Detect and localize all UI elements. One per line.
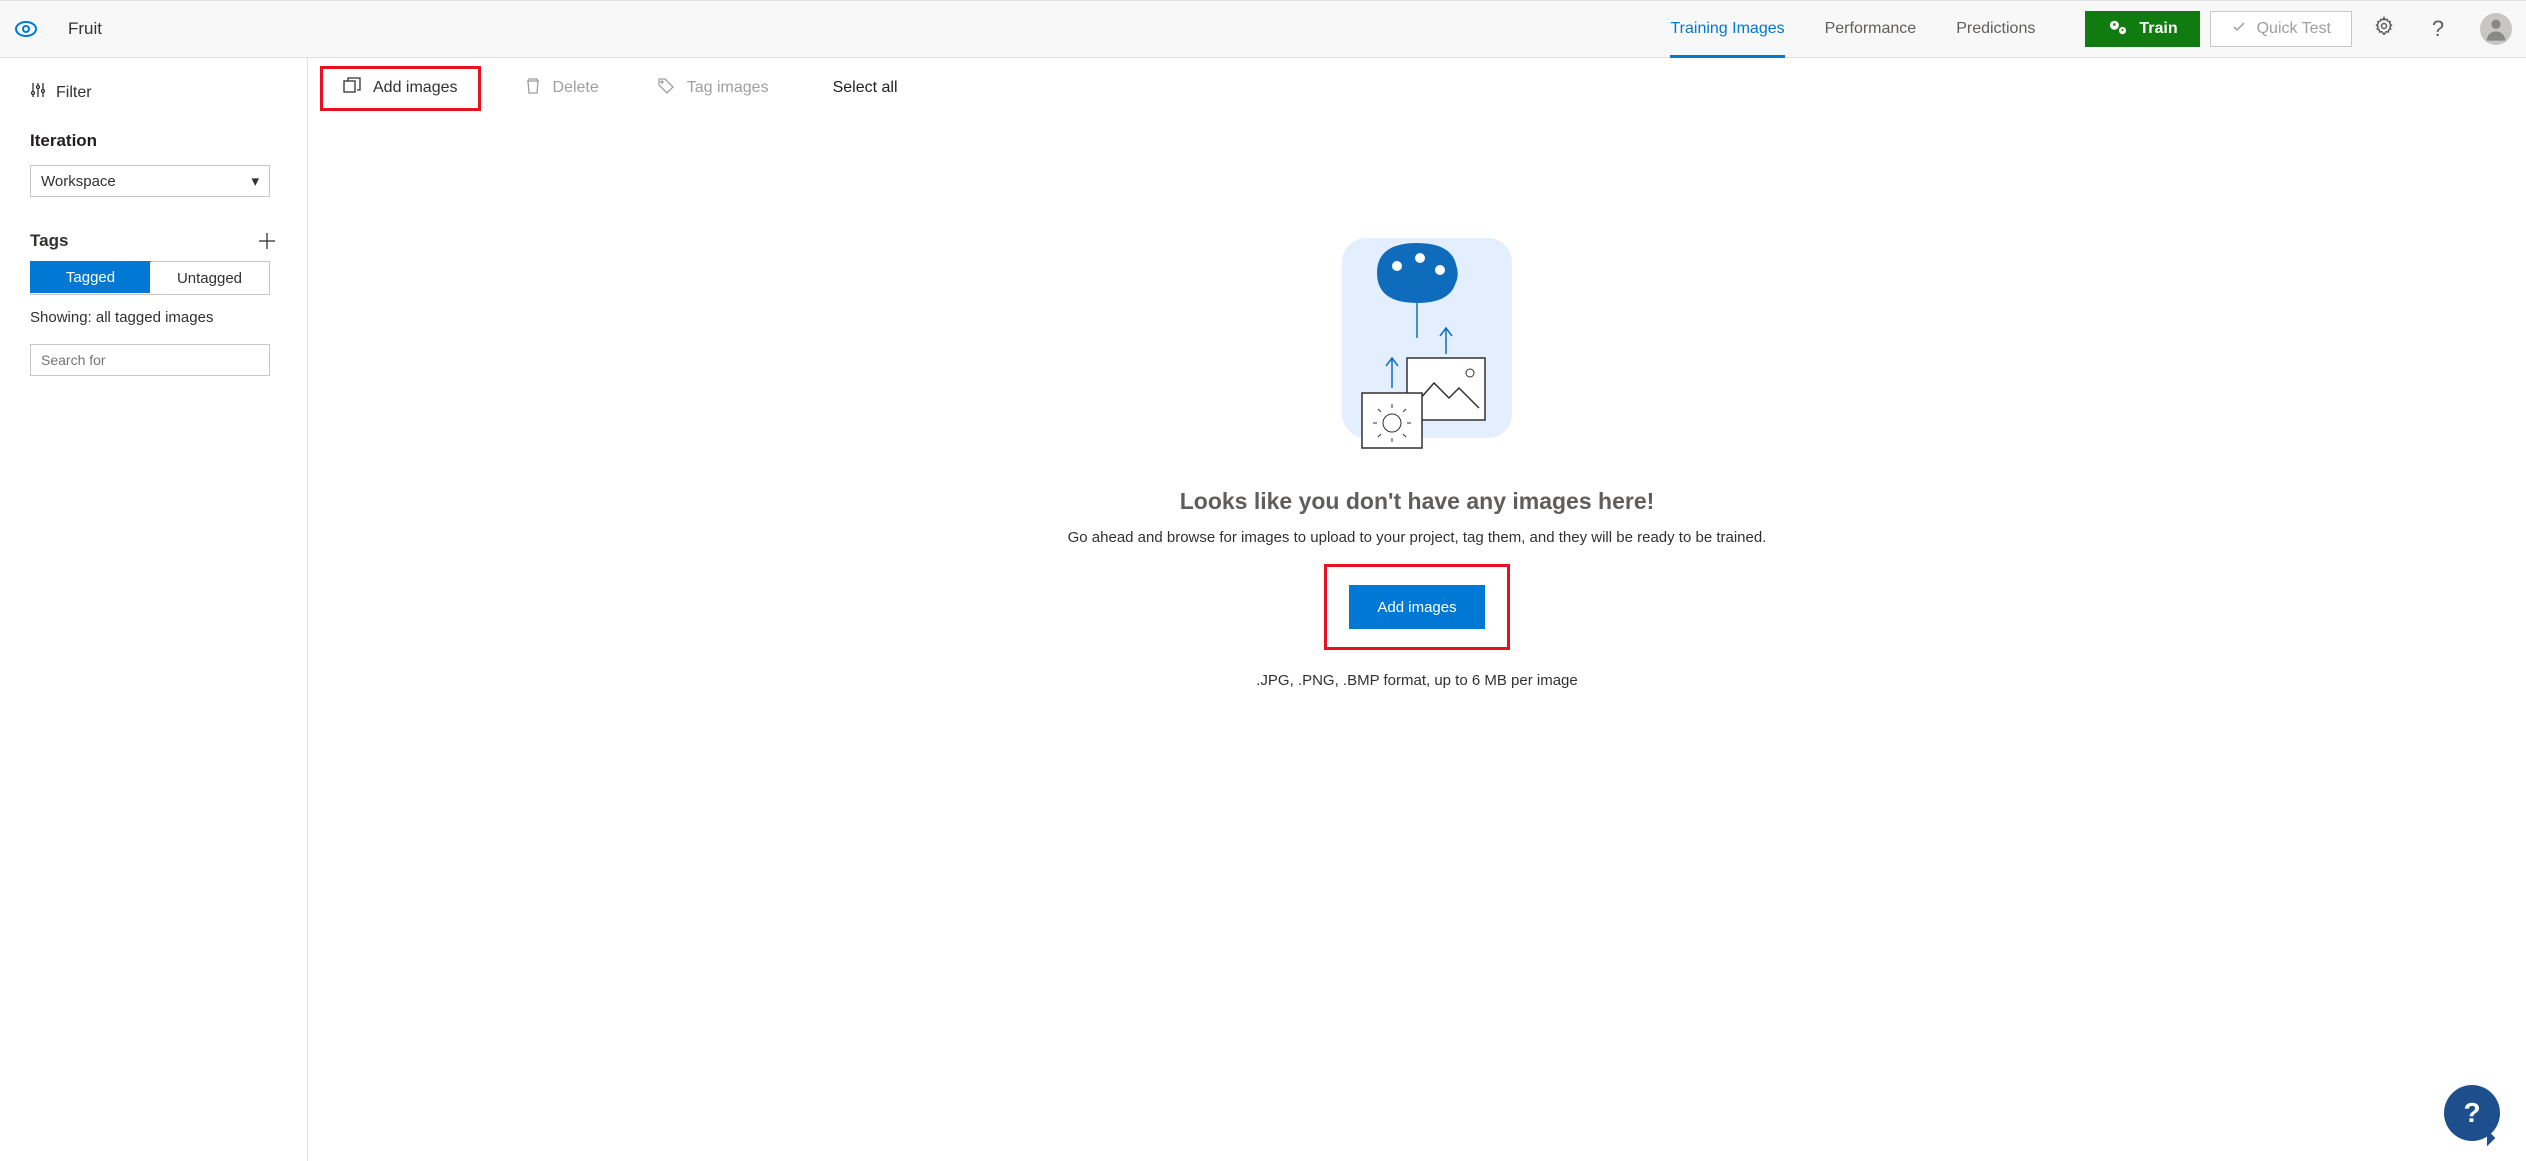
user-avatar[interactable] <box>2480 13 2512 45</box>
select-all-button[interactable]: Select all <box>833 79 898 97</box>
quick-test-button[interactable]: Quick Test <box>2210 11 2352 47</box>
iteration-select[interactable]: Workspace ▾ <box>30 165 270 197</box>
tab-training-images[interactable]: Training Images <box>1650 1 1804 57</box>
filter-header: Filter <box>30 82 277 103</box>
iteration-label: Iteration <box>30 131 277 151</box>
empty-subtitle: Go ahead and browse for images to upload… <box>1068 529 1767 546</box>
tag-icon <box>657 77 675 100</box>
checkmark-icon <box>2231 19 2247 40</box>
add-images-center-button[interactable]: Add images <box>1349 585 1484 629</box>
tag-search-input[interactable] <box>30 344 270 376</box>
quick-test-label: Quick Test <box>2257 20 2331 38</box>
tag-images-label: Tag images <box>687 79 769 97</box>
question-icon: ? <box>2432 16 2444 42</box>
add-images-label: Add images <box>373 79 458 97</box>
tag-images-button: Tag images <box>643 71 783 106</box>
delete-button: Delete <box>511 71 613 106</box>
chevron-down-icon: ▾ <box>251 172 259 190</box>
train-button-label: Train <box>2139 20 2177 38</box>
trash-icon <box>525 77 541 100</box>
tag-filter-toggle: Tagged Untagged <box>30 261 270 295</box>
nav-tabs: Training Images Performance Predictions <box>1650 1 2055 57</box>
empty-illustration <box>1312 228 1522 458</box>
gears-icon <box>2107 18 2129 41</box>
header-buttons: Train Quick Test ? <box>2085 7 2512 51</box>
tags-label: Tags <box>30 231 68 251</box>
filter-label: Filter <box>56 84 92 102</box>
help-fab[interactable]: ? <box>2444 1085 2500 1141</box>
empty-state: Looks like you don't have any images her… <box>308 118 2526 1161</box>
top-bar: Fruit Training Images Performance Predic… <box>0 0 2526 58</box>
tab-performance[interactable]: Performance <box>1805 1 1937 57</box>
toggle-tagged[interactable]: Tagged <box>30 261 151 293</box>
delete-label: Delete <box>553 79 599 97</box>
add-images-icon <box>343 77 361 100</box>
train-button[interactable]: Train <box>2085 11 2199 47</box>
image-toolbar: Add images Delete Tag images Select all <box>308 58 2526 118</box>
sidebar: Filter Iteration Workspace ▾ Tags Tagged… <box>0 58 308 1161</box>
showing-label: Showing: all tagged images <box>30 309 277 326</box>
add-images-button[interactable]: Add images <box>329 71 472 106</box>
highlight-add-images: Add images <box>320 66 481 111</box>
empty-title: Looks like you don't have any images her… <box>1180 488 1655 515</box>
tab-predictions[interactable]: Predictions <box>1936 1 2055 57</box>
gear-icon <box>2374 16 2394 42</box>
help-button[interactable]: ? <box>2416 7 2460 51</box>
toggle-untagged[interactable]: Untagged <box>150 262 269 294</box>
sliders-icon <box>30 82 46 103</box>
project-title: Fruit <box>68 19 102 39</box>
settings-button[interactable] <box>2362 7 2406 51</box>
add-tag-button[interactable] <box>257 231 277 251</box>
format-hint: .JPG, .PNG, .BMP format, up to 6 MB per … <box>1256 672 1578 689</box>
highlight-add-images-center: Add images <box>1324 564 1509 650</box>
project-eye-icon <box>14 17 38 41</box>
iteration-selected-value: Workspace <box>41 173 116 190</box>
main-area: Add images Delete Tag images Select all <box>308 58 2526 1161</box>
